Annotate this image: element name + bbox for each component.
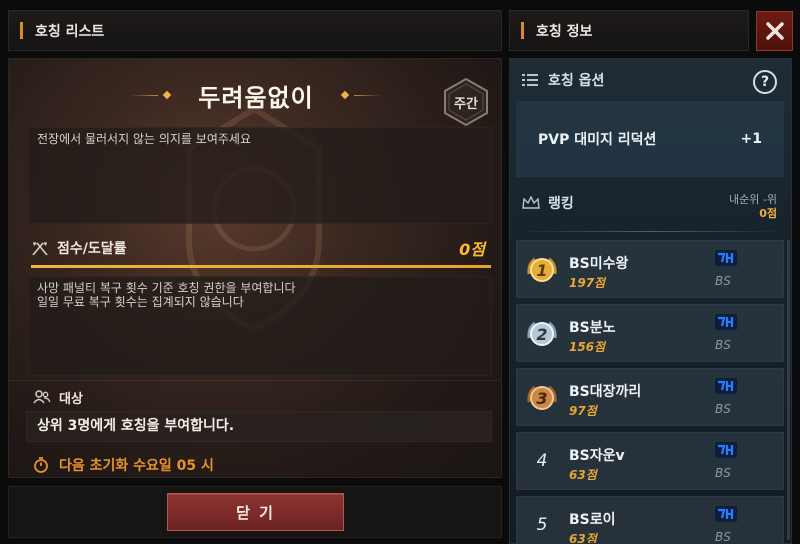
scrollbar[interactable] — [787, 240, 790, 540]
ranking-row[interactable]: 2 BS분노 156점 BS — [516, 304, 784, 362]
score-value: 0점 — [459, 240, 485, 259]
player-score: 63점 — [569, 468, 597, 482]
crossed-flags-icon — [32, 242, 48, 256]
crown-icon — [522, 196, 540, 209]
guild-name: BS — [715, 274, 731, 288]
stopwatch-icon — [34, 457, 48, 473]
server-icon — [715, 506, 737, 522]
users-icon — [33, 390, 51, 404]
bronze-medal-icon: 3 — [527, 385, 557, 410]
score-label: 점수/도달률 — [57, 241, 127, 257]
option-entry: PVP 대미지 리덕션 +1 — [516, 101, 784, 177]
my-rank: 내순위 -위 0점 — [729, 193, 777, 221]
title-name-row: 두려움없이 — [9, 75, 501, 115]
score-row: 점수/도달률 0점 — [31, 235, 491, 261]
gold-medal-icon: 1 — [527, 257, 557, 282]
guild-name: BS — [715, 466, 731, 480]
title-deco-diamond — [340, 90, 349, 100]
svg-text:2: 2 — [536, 325, 547, 344]
title-name: 두려움없이 — [198, 83, 314, 112]
server-icon — [715, 314, 737, 330]
condition-line: 사망 패널티 복구 횟수 기준 호칭 권한을 부여합니다 — [37, 281, 296, 295]
svg-text:3: 3 — [536, 389, 547, 408]
close-window-button[interactable] — [756, 11, 793, 51]
rank-number: 5 — [536, 515, 548, 535]
my-rank-label: 내순위 -위 — [729, 193, 777, 206]
player-score: 97점 — [569, 404, 597, 418]
help-button[interactable]: ? — [753, 70, 777, 94]
server-icon — [715, 250, 737, 266]
ranking-label: 랭킹 — [548, 196, 574, 212]
target-row: 대상 — [33, 387, 83, 407]
list-icon — [522, 74, 538, 86]
silver-medal-icon: 2 — [527, 321, 557, 346]
title-deco-line — [130, 94, 159, 96]
target-text: 상위 3명에게 호칭을 부여합니다. — [26, 411, 492, 442]
section-divider — [9, 380, 501, 381]
title-deco-line — [353, 94, 382, 96]
server-icon — [715, 378, 737, 394]
header-accent-bar — [521, 22, 524, 39]
header-accent-bar — [20, 22, 23, 39]
reset-row: 다음 초기화 수요일 05 시 — [33, 455, 214, 475]
close-button[interactable]: 닫 기 — [167, 493, 344, 531]
weekly-badge: 주간 — [441, 77, 491, 127]
weekly-badge-label: 주간 — [454, 96, 478, 112]
player-name: BS미수왕 — [569, 256, 629, 272]
player-score: 156점 — [569, 340, 606, 354]
target-label: 대상 — [59, 391, 83, 407]
title-info-panel: 호칭 옵션 ? PVP 대미지 리덕션 +1 랭킹 내순위 -위 0점 1 BS… — [509, 58, 792, 544]
player-name: BS로이 — [569, 512, 616, 528]
svg-text:1: 1 — [536, 261, 547, 280]
guild-name: BS — [715, 530, 731, 544]
title-list-heading: 호칭 리스트 — [35, 23, 105, 40]
option-header: 호칭 옵션 — [522, 70, 604, 90]
option-label: 호칭 옵션 — [548, 73, 605, 89]
title-info-heading: 호칭 정보 — [536, 23, 593, 40]
server-icon — [715, 442, 737, 458]
player-name: BS분노 — [569, 320, 616, 336]
ranking-row[interactable]: 1 BS미수왕 197점 BS — [516, 240, 784, 298]
guild-name: BS — [715, 338, 731, 352]
close-icon — [765, 22, 784, 40]
title-deco-diamond — [163, 90, 172, 100]
player-name: BS대장까리 — [569, 384, 642, 400]
ranking-divider — [516, 231, 786, 232]
my-rank-score: 0점 — [759, 207, 777, 220]
score-progress-bar — [31, 265, 491, 268]
title-condition: 사망 패널티 복구 횟수 기준 호칭 권한을 부여합니다 일일 무료 복구 횟수… — [28, 276, 492, 376]
title-detail-panel: 두려움없이 주간 전장에서 물러서지 않는 의지를 보여주세요 점수/도달률 0… — [8, 58, 502, 478]
reset-time-label: 다음 초기화 수요일 05 시 — [59, 458, 214, 474]
guild-name: BS — [715, 402, 731, 416]
rank-number: 4 — [536, 451, 548, 471]
title-list-header: 호칭 리스트 — [8, 10, 502, 51]
option-value: +1 — [740, 131, 762, 147]
option-name: PVP 대미지 리덕션 — [538, 132, 657, 148]
ranking-row[interactable]: 5 BS로이 63점 BS — [516, 496, 784, 544]
player-score: 197점 — [569, 276, 606, 290]
title-description: 전장에서 물러서지 않는 의지를 보여주세요 — [28, 127, 492, 224]
player-name: BS자운v — [569, 448, 625, 464]
title-info-header: 호칭 정보 — [509, 10, 749, 51]
score-progress-fill — [31, 265, 491, 268]
ranking-header: 랭킹 — [522, 193, 574, 213]
player-score: 63점 — [569, 532, 597, 544]
ranking-row[interactable]: 4 BS자운v 63점 BS — [516, 432, 784, 490]
ranking-row[interactable]: 3 BS대장까리 97점 BS — [516, 368, 784, 426]
condition-line: 일일 무료 복구 횟수는 집계되지 않습니다 — [37, 295, 244, 309]
